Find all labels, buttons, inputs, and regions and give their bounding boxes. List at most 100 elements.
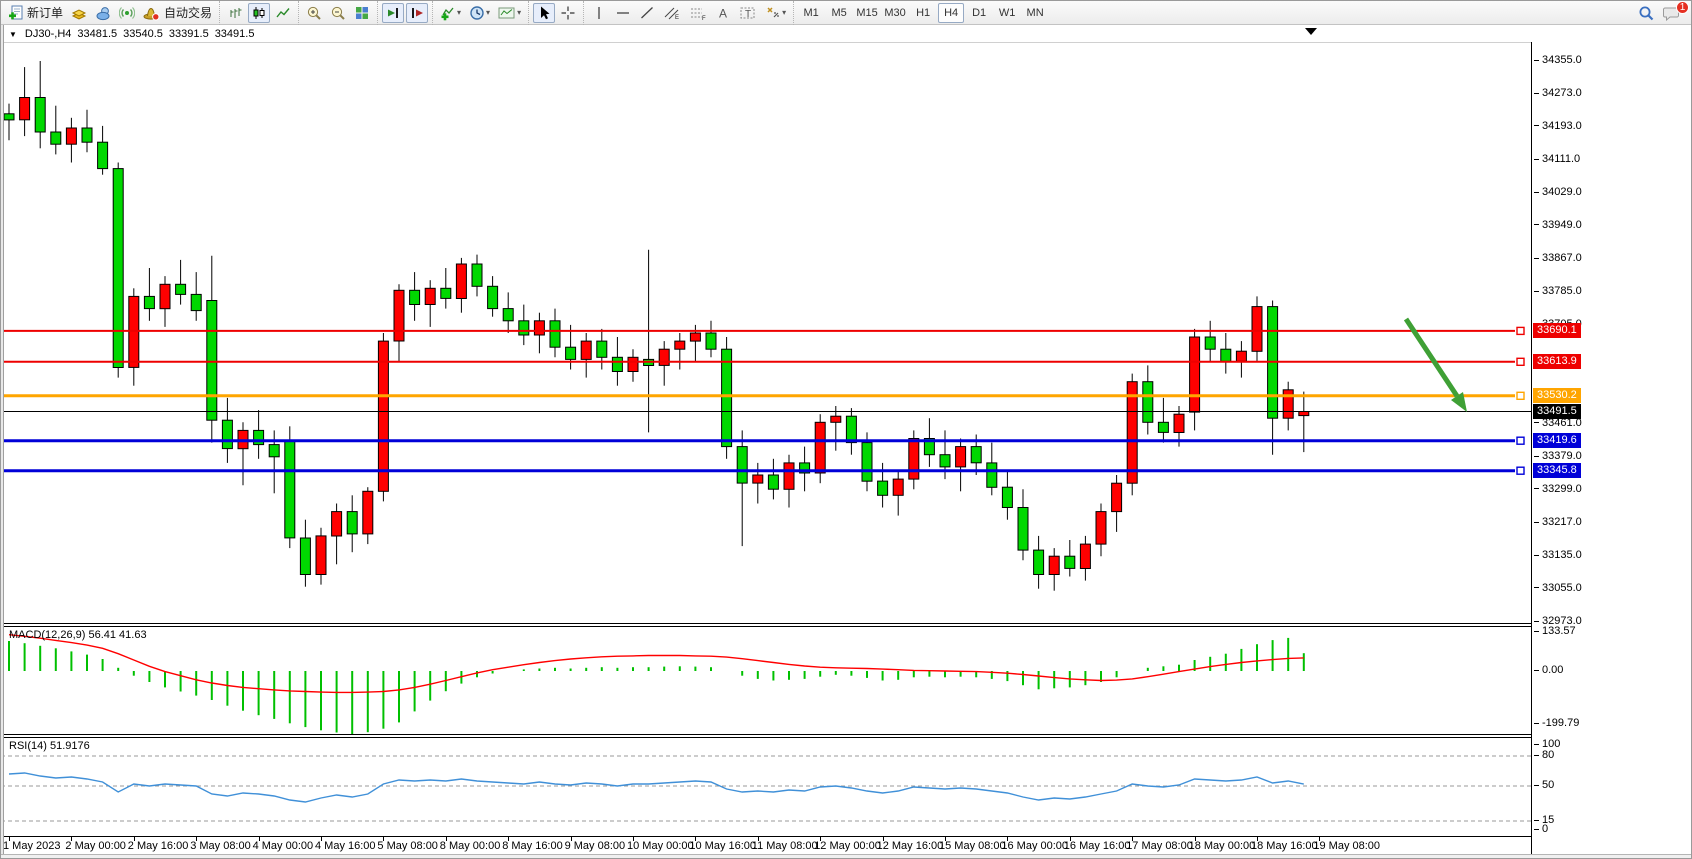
- chart-high-value: 33540.5: [123, 28, 163, 40]
- price-axis-tick: 34193.0: [1534, 120, 1582, 132]
- time-axis-label: 19 May 08:00: [1313, 840, 1380, 852]
- horizontal-line-button[interactable]: [612, 3, 634, 23]
- crosshair-button[interactable]: [557, 3, 579, 23]
- timeframe-button-m5[interactable]: M5: [826, 3, 852, 23]
- auto-trading-label: 自动交易: [164, 4, 212, 21]
- time-axis-label: 18 May 16:00: [1251, 840, 1318, 852]
- indicators-caret-icon: ▾: [457, 8, 461, 17]
- time-axis[interactable]: 1 May 20232 May 00:002 May 16:003 May 08…: [1, 837, 1531, 854]
- time-axis-label: 8 May 00:00: [440, 840, 501, 852]
- timeframe-button-d1[interactable]: D1: [966, 3, 992, 23]
- news-signal-button[interactable]: [116, 3, 138, 23]
- zoom-in-button[interactable]: [303, 3, 325, 23]
- text-button[interactable]: A: [712, 3, 734, 23]
- vertical-line-icon: [592, 5, 606, 21]
- price-axis-tick: 33217.0: [1534, 516, 1582, 528]
- tile-windows-button[interactable]: [351, 3, 373, 23]
- equidistant-channel-button[interactable]: E: [660, 3, 684, 23]
- pane-separator[interactable]: [1, 623, 1692, 624]
- arrows-caret-icon: ▾: [782, 8, 786, 17]
- search-button[interactable]: [1635, 3, 1658, 23]
- line-chart-button[interactable]: [272, 3, 294, 23]
- rsi-pane[interactable]: RSI(14) 51.9176: [1, 738, 1531, 836]
- svg-text:F: F: [702, 16, 706, 21]
- timeframe-button-h1[interactable]: H1: [910, 3, 936, 23]
- price-axis-tick: 33949.0: [1534, 219, 1582, 231]
- auto-trading-button[interactable]: 自动交易: [140, 3, 215, 23]
- timeframe-button-h4[interactable]: H4: [938, 3, 964, 23]
- chart-shift-icon: [409, 5, 425, 21]
- collapse-triangle-icon[interactable]: ▼: [9, 30, 17, 39]
- timeframe-menu-button[interactable]: ▾: [466, 3, 493, 23]
- candles: [4, 61, 1309, 591]
- chart-header: ▼ DJ30-,H4 33481.5 33540.5 33391.5 33491…: [1, 26, 1691, 42]
- time-axis-label: 5 May 08:00: [377, 840, 438, 852]
- toolbar-group-chart-type: [219, 1, 298, 25]
- styler-button[interactable]: [68, 3, 90, 23]
- clock-icon: [469, 5, 485, 21]
- bar-chart-button[interactable]: [224, 3, 246, 23]
- timeframe-button-m1[interactable]: M1: [798, 3, 824, 23]
- toolbar-group-trade: 新订单 自动交易: [1, 1, 219, 25]
- pane-separator[interactable]: [1, 734, 1692, 735]
- price-axis-tick: 34111.0: [1534, 153, 1580, 165]
- auto-scroll-button[interactable]: [382, 3, 404, 23]
- time-axis-label: 15 May 08:00: [939, 840, 1006, 852]
- horizontal-line[interactable]: [1, 467, 1524, 474]
- chart-shift-marker[interactable]: [1305, 28, 1317, 35]
- window-bottom-strip: [1, 854, 1692, 859]
- annotation-arrow[interactable]: [1406, 319, 1467, 412]
- new-order-icon: [8, 5, 24, 21]
- indicators-button[interactable]: ▾: [437, 3, 464, 23]
- candlestick-chart-button[interactable]: [248, 3, 270, 23]
- price-axis-tick: 33299.0: [1534, 483, 1582, 495]
- price-axis-tick: 33785.0: [1534, 285, 1582, 297]
- toolbar-group-objects: E F A T ▾: [583, 1, 793, 25]
- new-order-label: 新订单: [27, 4, 63, 21]
- templates-caret-icon: ▾: [517, 8, 521, 17]
- main-price-pane[interactable]: [1, 43, 1531, 623]
- timeframe-button-m30[interactable]: M30: [882, 3, 908, 23]
- time-axis-label: 10 May 00:00: [627, 840, 694, 852]
- chart-symbol-timeframe: DJ30-,H4: [25, 28, 71, 40]
- price-axis[interactable]: 34355.034273.034193.034111.034029.033949…: [1532, 42, 1692, 854]
- price-axis-tick: 50: [1534, 779, 1554, 791]
- timeframe-button-mn[interactable]: MN: [1022, 3, 1048, 23]
- toolbar: 新订单 自动交易: [1, 1, 1691, 25]
- chat-button[interactable]: 1: [1660, 3, 1684, 23]
- indicators-icon: [440, 5, 456, 21]
- timeframe-button-m15[interactable]: M15: [854, 3, 880, 23]
- chart-close-value: 33491.5: [215, 28, 255, 40]
- time-axis-label: 4 May 00:00: [253, 840, 314, 852]
- vertical-line-button[interactable]: [588, 3, 610, 23]
- price-axis-tick: 34355.0: [1534, 54, 1582, 66]
- arrows-button[interactable]: ▾: [762, 3, 789, 23]
- toolbar-group-cursor: [528, 1, 583, 25]
- price-line-label: 33491.5: [1533, 404, 1581, 419]
- horizontal-line[interactable]: [1, 358, 1524, 365]
- horizontal-line[interactable]: [1, 327, 1524, 334]
- horizontal-line[interactable]: [1, 392, 1524, 399]
- text-label-button[interactable]: T: [736, 3, 760, 23]
- price-axis-tick: -199.79: [1534, 717, 1579, 729]
- svg-text:A: A: [719, 6, 727, 20]
- zoom-out-button[interactable]: [327, 3, 349, 23]
- timeframe-button-w1[interactable]: W1: [994, 3, 1020, 23]
- templates-button[interactable]: ▾: [495, 3, 524, 23]
- time-axis-label: 16 May 00:00: [1001, 840, 1068, 852]
- gold-ingot-icon: [71, 5, 87, 21]
- trendline-button[interactable]: [636, 3, 658, 23]
- macd-pane[interactable]: MACD(12,26,9) 56.41 41.63: [1, 627, 1531, 734]
- chart-low-value: 33391.5: [169, 28, 209, 40]
- community-button[interactable]: [92, 3, 114, 23]
- new-order-button[interactable]: 新订单: [5, 3, 66, 23]
- chart-shift-button[interactable]: [406, 3, 428, 23]
- time-axis-label: 2 May 00:00: [65, 840, 126, 852]
- price-line-label: 33613.9: [1533, 354, 1581, 369]
- text-icon: A: [716, 5, 730, 21]
- time-axis-label: 9 May 08:00: [565, 840, 626, 852]
- fibonacci-button[interactable]: F: [686, 3, 710, 23]
- time-axis-label: 17 May 08:00: [1126, 840, 1193, 852]
- arrows-icon: [765, 5, 781, 21]
- cursor-button[interactable]: [533, 3, 555, 23]
